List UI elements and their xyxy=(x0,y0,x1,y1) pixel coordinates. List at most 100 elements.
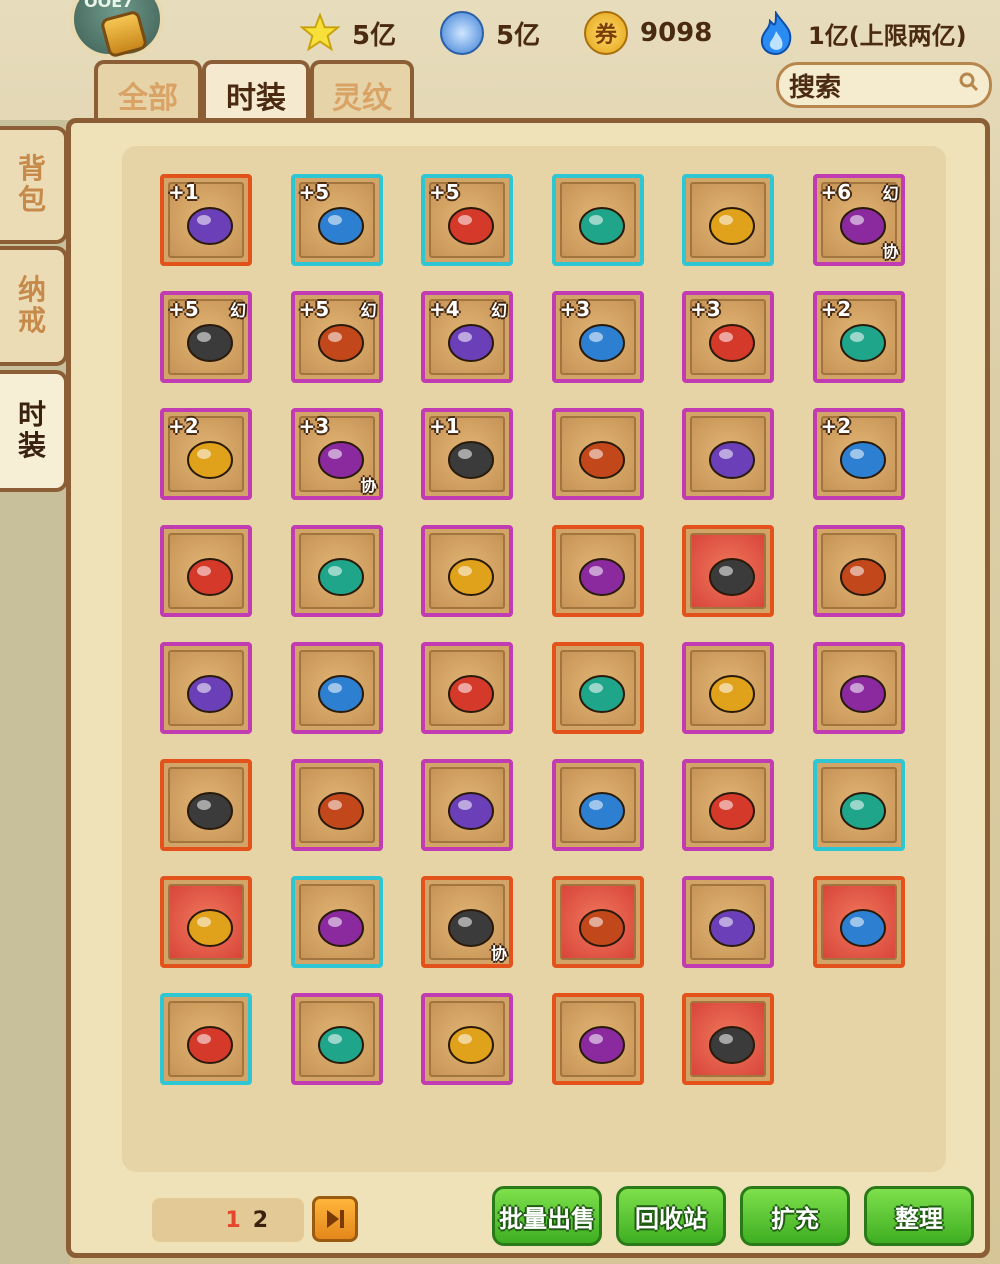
item-slot[interactable] xyxy=(682,408,774,500)
tiger-hood-icon xyxy=(317,792,364,830)
expand-button[interactable]: 扩充 xyxy=(740,1186,850,1246)
skip-forward-icon xyxy=(327,1210,344,1228)
item-slot[interactable] xyxy=(421,993,513,1085)
enhance-level: +2 xyxy=(820,414,852,438)
hooded-cloak-icon xyxy=(317,558,364,596)
lion-mask-icon xyxy=(578,675,625,713)
star-coin-icon xyxy=(300,12,340,53)
search-icon xyxy=(959,72,979,92)
item-slot[interactable]: +5 幻 xyxy=(160,291,252,383)
item-slot[interactable] xyxy=(682,759,774,851)
item-slot[interactable] xyxy=(421,759,513,851)
item-slot[interactable] xyxy=(551,525,644,617)
item-slot[interactable] xyxy=(682,993,774,1085)
item-slot[interactable] xyxy=(421,525,513,617)
tab-rune[interactable]: 灵纹 xyxy=(310,60,414,126)
currency-flame: 1亿(上限两亿) xyxy=(756,8,967,58)
enhance-level: +3 xyxy=(690,297,721,321)
item-slot[interactable] xyxy=(160,759,252,851)
currency-star: 5亿 xyxy=(300,8,396,58)
item-slot[interactable]: +4 幻 xyxy=(421,291,513,383)
item-slot[interactable] xyxy=(160,525,252,617)
item-slot[interactable]: +2 xyxy=(812,291,905,383)
item-slot[interactable]: +1 xyxy=(160,174,252,266)
firecracker-staff-icon xyxy=(448,1026,494,1064)
recycle-bin-button[interactable]: 回收站 xyxy=(616,1186,726,1246)
item-slot[interactable]: +5 xyxy=(290,174,383,266)
item-slot[interactable] xyxy=(421,642,513,734)
enhance-level: +3 xyxy=(298,414,330,438)
item-slot[interactable] xyxy=(551,993,644,1085)
item-slot[interactable]: +5 幻 xyxy=(290,291,383,383)
enhance-level: +1 xyxy=(429,414,460,438)
item-slot[interactable] xyxy=(682,642,774,734)
side-tab-backpack[interactable]: 背包 xyxy=(0,126,68,244)
item-slot[interactable] xyxy=(551,642,644,734)
dark-wings-icon xyxy=(578,792,625,830)
item-slot[interactable] xyxy=(551,408,644,500)
item-slot[interactable] xyxy=(290,759,383,851)
item-slot[interactable]: +3 协 xyxy=(290,408,383,500)
assist-badge: 协 xyxy=(882,242,899,261)
item-slot[interactable]: 协 xyxy=(421,876,513,968)
enhance-level: +5 xyxy=(298,297,330,321)
bone-icon xyxy=(317,675,364,713)
armor-icon xyxy=(317,909,364,947)
tab-fashion[interactable]: 时装 xyxy=(202,60,310,126)
item-slot[interactable] xyxy=(551,876,644,968)
item-slot[interactable] xyxy=(812,525,905,617)
golden-spear-icon xyxy=(839,792,886,830)
side-tab-fashion[interactable]: 时装 xyxy=(0,370,68,492)
next-page-button[interactable] xyxy=(312,1196,358,1242)
item-slot[interactable]: +2 xyxy=(160,408,252,500)
illusion-badge: 幻 xyxy=(882,184,899,203)
enhance-level: +2 xyxy=(820,297,852,321)
item-slot[interactable] xyxy=(290,525,383,617)
item-slot[interactable] xyxy=(812,642,905,734)
current-page: 1 xyxy=(225,1207,241,1233)
ornate-staff-icon xyxy=(839,675,886,713)
item-slot[interactable] xyxy=(551,759,644,851)
enhance-level: +5 xyxy=(429,180,460,204)
item-slot[interactable] xyxy=(290,876,383,968)
item-slot[interactable] xyxy=(160,993,252,1085)
ticket-coin-icon: 券 xyxy=(584,11,628,55)
item-slot[interactable] xyxy=(812,876,905,968)
blue-flame-icon xyxy=(756,11,796,55)
taiji-disc-icon xyxy=(187,792,233,830)
item-slot[interactable] xyxy=(551,174,644,266)
angel-wings-icon xyxy=(448,792,494,830)
currency-value: 1亿(上限两亿) xyxy=(808,21,967,50)
currency-ticket: 券 9098 xyxy=(584,8,712,58)
sort-button[interactable]: 整理 xyxy=(864,1186,974,1246)
item-slot[interactable] xyxy=(682,876,774,968)
item-slot[interactable] xyxy=(682,174,774,266)
item-slot[interactable]: +2 xyxy=(812,408,905,500)
illusion-badge: 幻 xyxy=(229,301,246,320)
trident-icon xyxy=(578,441,625,479)
item-slot[interactable]: +3 xyxy=(682,291,774,383)
red-dragon-hat-icon xyxy=(317,1026,364,1064)
search-input[interactable]: 搜索 xyxy=(776,62,992,108)
item-slot[interactable]: +6 幻协 xyxy=(812,174,905,266)
item-slot[interactable] xyxy=(812,759,905,851)
item-slot[interactable]: +1 xyxy=(421,408,513,500)
illusion-badge: 幻 xyxy=(360,301,377,320)
item-slot[interactable] xyxy=(160,642,252,734)
bulk-sell-button[interactable]: 批量出售 xyxy=(492,1186,602,1246)
snorkel-icon xyxy=(709,558,755,596)
item-slot[interactable] xyxy=(160,876,252,968)
item-slot[interactable] xyxy=(682,525,774,617)
bone-icon xyxy=(709,441,755,479)
assist-badge: 协 xyxy=(360,476,377,495)
item-slot[interactable]: +5 xyxy=(421,174,513,266)
side-tab-ring[interactable]: 纳戒 xyxy=(0,246,68,366)
item-slot[interactable] xyxy=(290,642,383,734)
illusion-badge: 幻 xyxy=(490,301,507,320)
antler-hat-icon xyxy=(578,909,625,947)
currency-orb: 5亿 xyxy=(440,8,540,58)
item-slot[interactable] xyxy=(290,993,383,1085)
ice-helmet-icon xyxy=(709,207,755,245)
item-slot[interactable]: +3 xyxy=(551,291,644,383)
tab-all[interactable]: 全部 xyxy=(94,60,202,126)
